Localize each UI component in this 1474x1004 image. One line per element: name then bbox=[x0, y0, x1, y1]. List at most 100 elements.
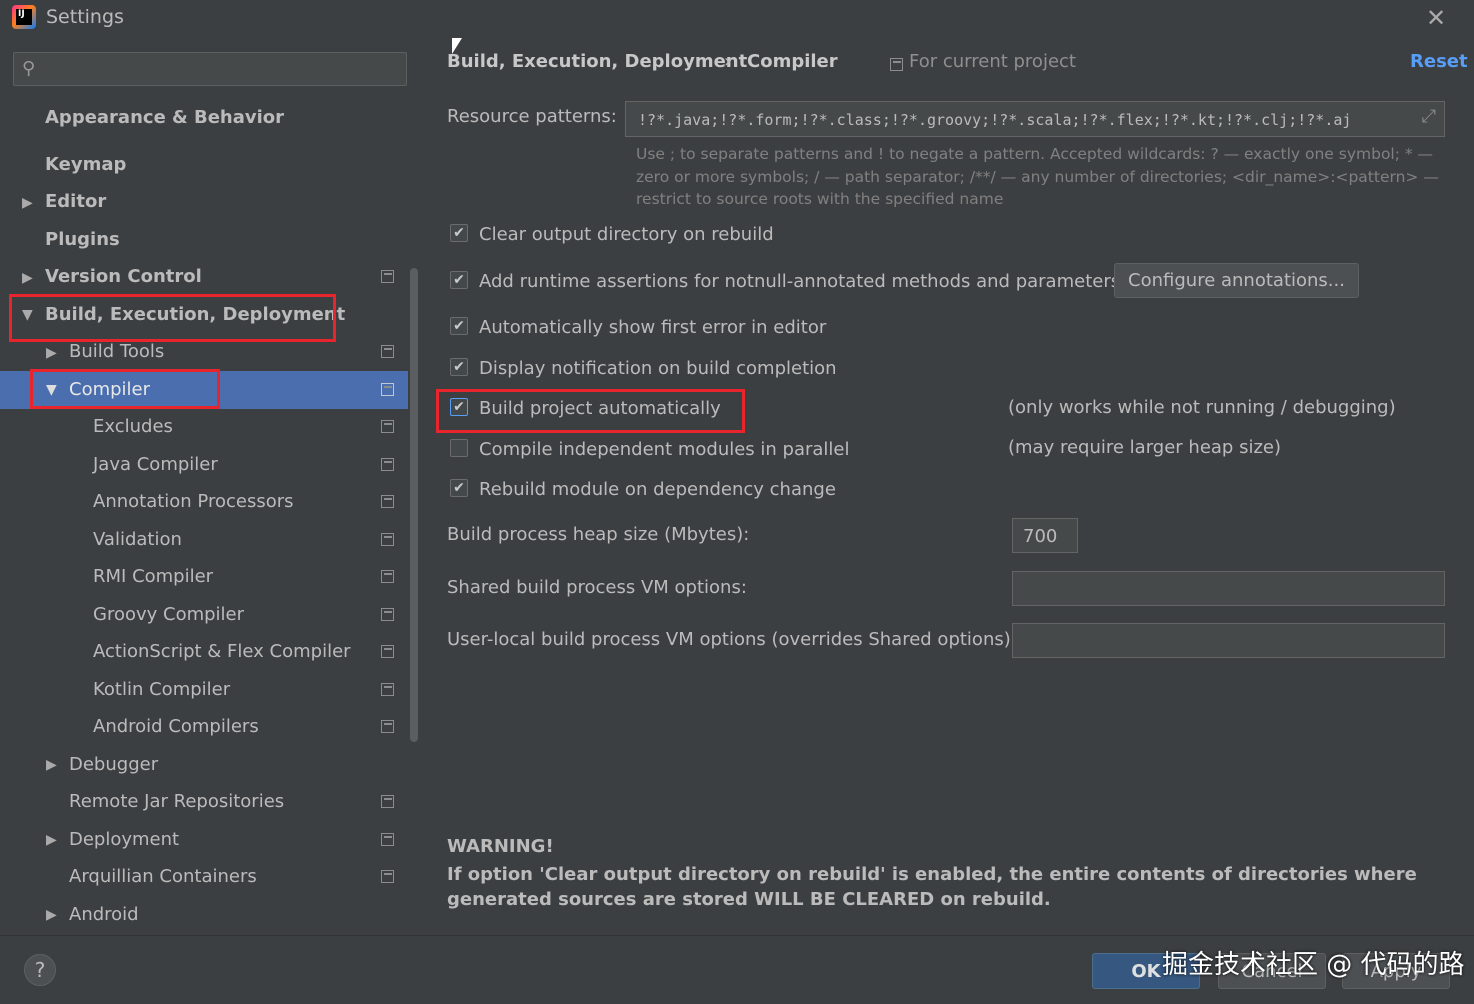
option-compile-parallel[interactable]: Compile independent modules in parallel bbox=[450, 435, 850, 465]
resource-patterns-input[interactable] bbox=[636, 107, 1410, 133]
checkbox-build-automatically[interactable]: ✔ bbox=[450, 398, 468, 416]
expand-arrow-icon[interactable]: ▶ bbox=[22, 270, 33, 286]
option-label: Build project automatically bbox=[479, 398, 721, 419]
breadcrumb-separator: › bbox=[724, 51, 732, 72]
sidebar-item-actionscript-flex-compiler[interactable]: ActionScript & Flex Compiler bbox=[93, 634, 351, 670]
sidebar-item-keymap[interactable]: Keymap bbox=[45, 147, 126, 183]
checkbox-compile-parallel[interactable] bbox=[450, 439, 468, 457]
highlight-box-build-execution bbox=[9, 294, 336, 342]
configure-annotations-button[interactable]: Configure annotations... bbox=[1114, 263, 1359, 298]
resource-patterns-hint-line: restrict to source roots with the specif… bbox=[636, 190, 1004, 208]
mouse-cursor-icon bbox=[452, 38, 462, 54]
sidebar-item-kotlin-compiler[interactable]: Kotlin Compiler bbox=[93, 672, 230, 708]
sidebar-item-annotation-processors[interactable]: Annotation Processors bbox=[93, 484, 294, 520]
intellij-logo-icon: IJ bbox=[12, 5, 36, 29]
expand-arrow-icon[interactable]: ▶ bbox=[46, 907, 57, 923]
sidebar-item-debugger[interactable]: Debugger bbox=[69, 747, 158, 783]
sidebar-item-appearance-behavior[interactable]: Appearance & Behavior bbox=[45, 100, 284, 136]
option-label: Clear output directory on rebuild bbox=[479, 224, 774, 245]
project-scope-icon bbox=[381, 458, 394, 471]
option-show-first-error[interactable]: ✔ Automatically show first error in edito… bbox=[450, 313, 826, 343]
search-icon: ⚲ bbox=[22, 58, 36, 79]
help-button[interactable]: ? bbox=[24, 954, 56, 986]
option-build-automatically[interactable]: ✔ Build project automatically bbox=[450, 394, 721, 424]
project-scope-icon bbox=[381, 270, 394, 283]
project-scope-icon bbox=[381, 570, 394, 583]
option-label: Display notification on build completion bbox=[479, 358, 837, 379]
breadcrumb-current: Compiler bbox=[747, 51, 838, 72]
warning-text: If option 'Clear output directory on reb… bbox=[447, 864, 1417, 910]
scope-label: For current project bbox=[909, 51, 1076, 72]
project-scope-icon bbox=[890, 58, 903, 71]
search-input[interactable] bbox=[48, 57, 402, 83]
project-scope-icon bbox=[381, 870, 394, 883]
project-scope-icon bbox=[381, 645, 394, 658]
option-clear-output[interactable]: ✔ Clear output directory on rebuild bbox=[450, 220, 774, 250]
project-scope-icon bbox=[381, 795, 394, 808]
option-label: Add runtime assertions for notnull-annot… bbox=[479, 271, 1121, 292]
warning-title: WARNING! bbox=[447, 836, 554, 857]
sidebar-item-groovy-compiler[interactable]: Groovy Compiler bbox=[93, 597, 244, 633]
watermark-text: 掘金技术社区 @ 代码的路 bbox=[1162, 950, 1465, 980]
sidebar-scrollbar[interactable] bbox=[410, 268, 418, 742]
sidebar-item-arquillian-containers[interactable]: Arquillian Containers bbox=[69, 859, 257, 895]
heap-size-field[interactable] bbox=[1012, 518, 1083, 553]
project-scope-icon bbox=[381, 833, 394, 846]
project-scope-icon bbox=[381, 495, 394, 508]
breadcrumb-parent[interactable]: Build, Execution, Deployment bbox=[447, 51, 747, 72]
shared-vm-label: Shared build process VM options: bbox=[447, 577, 747, 598]
resource-patterns-label: Resource patterns: bbox=[447, 106, 617, 127]
expand-arrow-icon[interactable]: ▶ bbox=[46, 832, 57, 848]
sidebar-item-android[interactable]: Android bbox=[69, 897, 139, 933]
resource-patterns-hint-line: Use ; to separate patterns and ! to nega… bbox=[636, 145, 1434, 163]
checkbox-clear-output[interactable]: ✔ bbox=[450, 224, 468, 242]
option-rebuild-on-dependency[interactable]: ✔ Rebuild module on dependency change bbox=[450, 475, 836, 505]
shared-vm-field[interactable] bbox=[1012, 571, 1445, 606]
close-icon[interactable]: ✕ bbox=[1426, 4, 1446, 32]
compile-parallel-note: (may require larger heap size) bbox=[1008, 437, 1281, 458]
checkbox-show-first-error[interactable]: ✔ bbox=[450, 317, 468, 335]
build-automatically-note: (only works while not running / debuggin… bbox=[1008, 397, 1396, 418]
user-vm-field[interactable] bbox=[1012, 623, 1445, 658]
project-scope-icon bbox=[381, 383, 394, 396]
resource-patterns-hint-line: zero or more symbols; / — path separator… bbox=[636, 168, 1439, 186]
user-vm-label: User-local build process VM options (ove… bbox=[447, 629, 1017, 650]
expand-arrow-icon[interactable]: ▶ bbox=[46, 757, 57, 773]
title-bar bbox=[0, 0, 1474, 38]
user-vm-input[interactable] bbox=[1021, 628, 1413, 654]
option-display-notification[interactable]: ✔ Display notification on build completio… bbox=[450, 354, 837, 384]
heap-size-label: Build process heap size (Mbytes): bbox=[447, 524, 750, 545]
sidebar-item-deployment[interactable]: Deployment bbox=[69, 822, 179, 858]
sidebar-item-version-control[interactable]: Version Control bbox=[45, 259, 202, 295]
sidebar-item-validation[interactable]: Validation bbox=[93, 522, 182, 558]
resource-patterns-field[interactable]: ⤢ bbox=[625, 101, 1445, 137]
sidebar-item-remote-jar-repositories[interactable]: Remote Jar Repositories bbox=[69, 784, 284, 820]
expand-field-icon[interactable]: ⤢ bbox=[1422, 106, 1436, 127]
sidebar-item-android-compilers[interactable]: Android Compilers bbox=[93, 709, 259, 745]
project-scope-icon bbox=[381, 345, 394, 358]
project-scope-icon bbox=[381, 420, 394, 433]
option-runtime-assertions[interactable]: ✔ Add runtime assertions for notnull-anno… bbox=[450, 267, 1120, 297]
expand-arrow-icon[interactable]: ▶ bbox=[22, 195, 33, 211]
option-label: Automatically show first error in editor bbox=[479, 317, 827, 338]
highlight-box-compiler bbox=[30, 369, 220, 409]
expand-arrow-icon[interactable]: ▶ bbox=[46, 345, 57, 361]
window-title: Settings bbox=[46, 6, 124, 28]
project-scope-icon bbox=[381, 683, 394, 696]
option-label: Compile independent modules in parallel bbox=[479, 439, 850, 460]
sidebar-item-plugins[interactable]: Plugins bbox=[45, 222, 120, 258]
checkbox-rebuild-on-dependency[interactable]: ✔ bbox=[450, 479, 468, 497]
project-scope-icon bbox=[381, 533, 394, 546]
sidebar-item-java-compiler[interactable]: Java Compiler bbox=[93, 447, 218, 483]
reset-link[interactable]: Reset bbox=[1410, 51, 1468, 72]
heap-size-input[interactable] bbox=[1021, 523, 1083, 549]
option-label: Rebuild module on dependency change bbox=[479, 479, 836, 500]
sidebar-item-editor[interactable]: Editor bbox=[45, 184, 106, 220]
sidebar-item-rmi-compiler[interactable]: RMI Compiler bbox=[93, 559, 213, 595]
checkbox-runtime-assertions[interactable]: ✔ bbox=[450, 271, 468, 289]
shared-vm-input[interactable] bbox=[1021, 576, 1413, 602]
checkbox-display-notification[interactable]: ✔ bbox=[450, 358, 468, 376]
settings-search-field[interactable]: ⚲ bbox=[13, 52, 407, 86]
sidebar-item-excludes[interactable]: Excludes bbox=[93, 409, 173, 445]
project-scope-icon bbox=[381, 720, 394, 733]
